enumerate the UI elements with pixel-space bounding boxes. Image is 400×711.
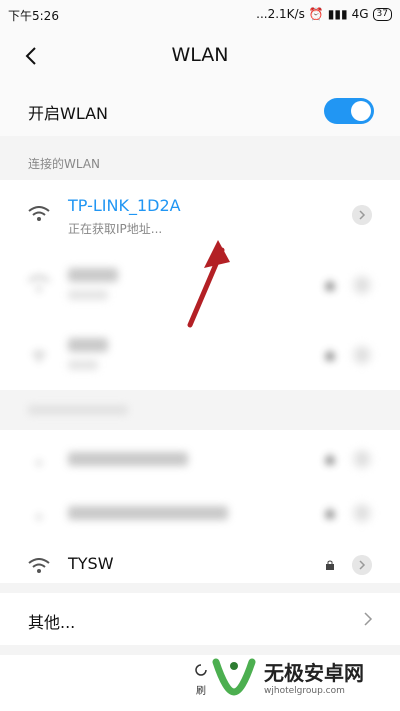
page-title: WLAN bbox=[171, 44, 229, 66]
toggle-knob bbox=[351, 101, 371, 121]
blurred-ssid bbox=[68, 338, 108, 352]
watermark-text: 无极安卓网 wjhotelgroup.com bbox=[264, 657, 364, 696]
chevron-right-icon bbox=[364, 612, 373, 626]
wlan-toggle-row[interactable]: 开启WLAN bbox=[0, 86, 400, 136]
chevron-right-icon[interactable] bbox=[352, 345, 372, 365]
lock-icon bbox=[326, 560, 334, 570]
wlan-toggle-switch[interactable] bbox=[324, 98, 374, 124]
chevron-right-icon[interactable] bbox=[352, 555, 372, 575]
network-list: TP-LINK_1D2A 正在获取IP地址... TYSW bbox=[0, 180, 400, 583]
lock-icon bbox=[326, 508, 334, 518]
chevron-right-icon[interactable] bbox=[352, 205, 372, 225]
watermark-title: 无极安卓网 bbox=[264, 660, 364, 685]
blurred-ssid bbox=[68, 506, 228, 520]
blurred-status bbox=[68, 290, 108, 300]
other-networks-row[interactable]: 其他... bbox=[0, 593, 400, 645]
connected-section-label: 连接的WLAN bbox=[28, 157, 101, 171]
refresh-icon bbox=[195, 664, 207, 676]
network-row-tysw[interactable]: TYSW bbox=[0, 540, 400, 592]
network-row-blurred[interactable] bbox=[0, 250, 400, 318]
chevron-right-icon[interactable] bbox=[352, 275, 372, 295]
wifi-icon bbox=[37, 515, 41, 519]
alarm-icon: ⏰ bbox=[308, 7, 324, 21]
other-networks-label: 其他... bbox=[28, 613, 76, 632]
lock-icon bbox=[326, 454, 334, 464]
watermark-url: wjhotelgroup.com bbox=[264, 685, 345, 696]
blurred-section-label bbox=[28, 405, 128, 415]
status-time: 下午5:26 bbox=[8, 9, 59, 23]
network-speed: ...2.1K/s bbox=[256, 7, 305, 21]
lock-icon bbox=[326, 280, 334, 290]
connected-ssid: TP-LINK_1D2A bbox=[68, 196, 181, 215]
network-row-blurred[interactable] bbox=[0, 432, 400, 484]
section-gap bbox=[0, 390, 400, 430]
blurred-ssid bbox=[68, 452, 188, 466]
network-row-blurred[interactable] bbox=[0, 320, 400, 388]
blurred-ssid bbox=[68, 268, 118, 282]
signal-icon: ▮▮▮ bbox=[327, 7, 348, 21]
connection-status: 正在获取IP地址... bbox=[68, 222, 163, 236]
wifi-icon bbox=[28, 276, 50, 291]
network-ssid: TYSW bbox=[68, 554, 114, 573]
chevron-right-icon[interactable] bbox=[352, 503, 372, 523]
lock-icon bbox=[326, 350, 334, 360]
wifi-icon bbox=[37, 461, 41, 465]
header: WLAN bbox=[0, 30, 400, 86]
watermark-logo-icon bbox=[212, 658, 256, 696]
status-bar: 下午5:26 ...2.1K/s ⏰ ▮▮▮ 4G 37 bbox=[0, 0, 400, 30]
chevron-right-icon[interactable] bbox=[352, 449, 372, 469]
wifi-icon bbox=[28, 558, 50, 573]
network-type: 4G bbox=[351, 7, 369, 21]
connected-network-row[interactable]: TP-LINK_1D2A 正在获取IP地址... bbox=[0, 180, 400, 248]
wlan-toggle-label: 开启WLAN bbox=[28, 104, 109, 123]
wifi-icon bbox=[28, 206, 50, 221]
network-row-blurred[interactable] bbox=[0, 486, 400, 538]
watermark: 无极安卓网 wjhotelgroup.com bbox=[210, 652, 364, 700]
blurred-status bbox=[68, 360, 98, 370]
battery-icon: 37 bbox=[372, 7, 392, 21]
wifi-icon bbox=[32, 351, 46, 361]
status-right: ...2.1K/s ⏰ ▮▮▮ 4G 37 bbox=[256, 7, 392, 21]
